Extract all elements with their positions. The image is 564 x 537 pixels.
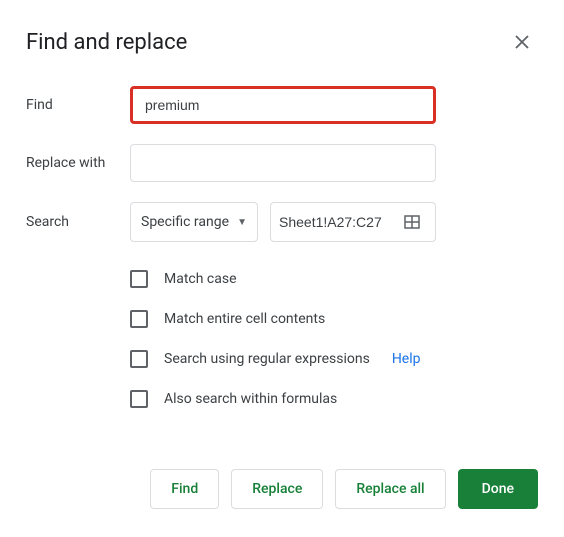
match-entire-checkbox[interactable] [130,310,148,328]
replace-button[interactable]: Replace [231,469,323,509]
scope-selected-text: Specific range [141,214,229,230]
find-row: Find [26,86,538,124]
done-button[interactable]: Done [458,469,538,509]
replace-input[interactable] [130,144,436,182]
select-range-button[interactable] [397,213,421,231]
match-entire-label: Match entire cell contents [164,311,325,327]
replace-row: Replace with [26,144,538,182]
find-replace-dialog: Find and replace Find Replace with Searc… [2,2,562,533]
match-entire-row: Match entire cell contents [130,310,538,328]
find-input[interactable] [130,86,436,124]
regex-row: Search using regular expressions Help [130,350,538,368]
dialog-header: Find and replace [26,26,538,58]
find-label: Find [26,97,130,113]
formulas-label: Also search within formulas [164,391,337,407]
search-label: Search [26,214,130,230]
dialog-footer: Find Replace Replace all Done [150,469,538,509]
close-button[interactable] [506,26,538,58]
match-case-label: Match case [164,271,237,287]
regex-label: Search using regular expressions [164,351,370,367]
find-button[interactable]: Find [150,469,219,509]
formulas-row: Also search within formulas [130,390,538,408]
replace-all-button[interactable]: Replace all [335,469,445,509]
search-row: Search Specific range ▼ [26,202,538,242]
replace-label: Replace with [26,155,130,171]
search-scope-select[interactable]: Specific range ▼ [130,202,258,242]
match-case-checkbox[interactable] [130,270,148,288]
help-link[interactable]: Help [392,351,421,367]
formulas-checkbox[interactable] [130,390,148,408]
match-case-row: Match case [130,270,538,288]
range-input-wrap [270,202,436,242]
chevron-down-icon: ▼ [237,217,247,228]
range-input[interactable] [279,214,397,230]
close-icon [514,34,530,50]
grid-icon [403,213,421,231]
options-group: Match case Match entire cell contents Se… [130,270,538,408]
dialog-title: Find and replace [26,30,187,55]
regex-checkbox[interactable] [130,350,148,368]
